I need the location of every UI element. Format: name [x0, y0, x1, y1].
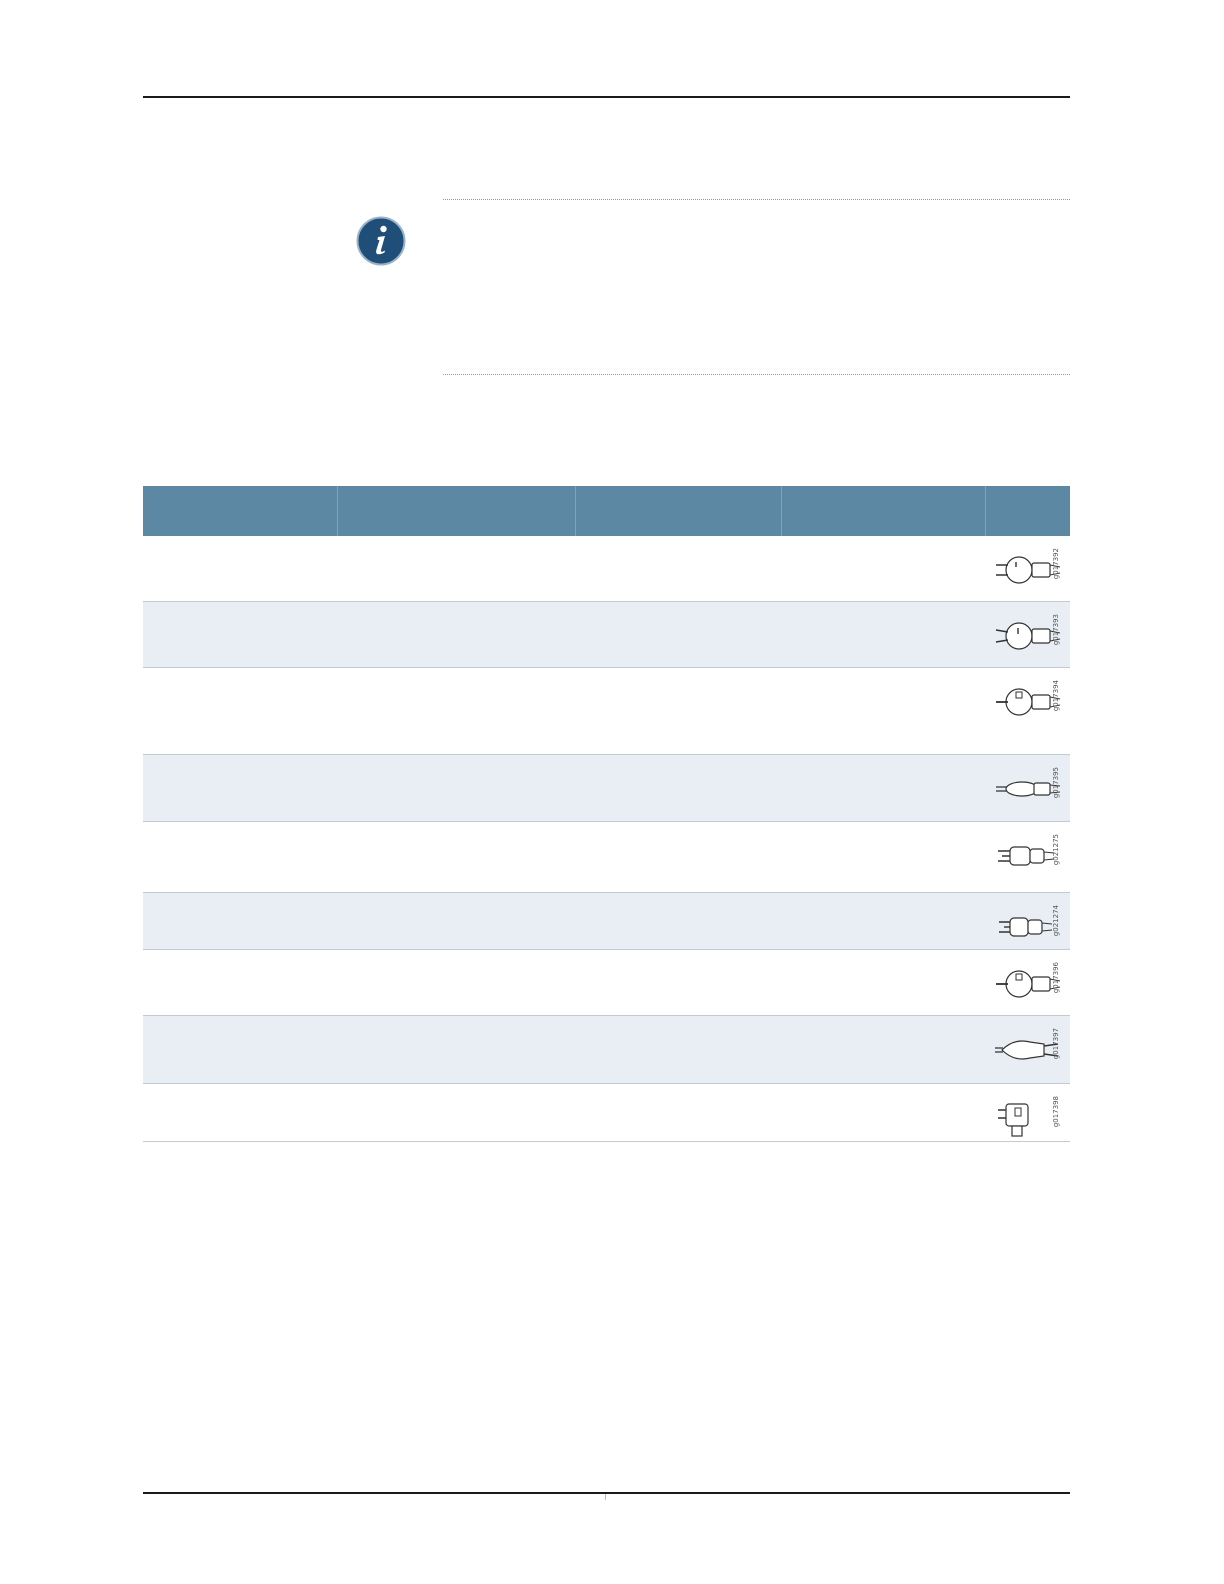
column-header [782, 486, 986, 536]
plug-image-cell: g017392 [986, 536, 1070, 601]
column-header [986, 486, 1070, 536]
table-cell [338, 755, 576, 821]
plug-image-cell: g017397 [986, 1016, 1070, 1083]
figure-id: g017392 [1052, 548, 1060, 580]
figure-id: g021274 [1052, 905, 1060, 937]
table-cell [143, 536, 338, 601]
table-cell [143, 893, 338, 949]
table-cell [338, 822, 576, 892]
power-cord-table: g017392 g017393 g017394 g017395 g021275 g0212… [143, 486, 1070, 1142]
table-cell [143, 822, 338, 892]
table-row: g017392 [143, 536, 1070, 602]
table-row: g017395 [143, 755, 1070, 822]
table-cell [782, 822, 986, 892]
footer-rule [143, 1492, 1070, 1494]
table-cell [782, 668, 986, 754]
table-cell [338, 602, 576, 667]
table-cell [782, 893, 986, 949]
table-cell [143, 1016, 338, 1083]
figure-id: g017393 [1052, 614, 1060, 646]
table-cell [576, 668, 782, 754]
table-cell [576, 950, 782, 1015]
table-cell [143, 950, 338, 1015]
table-cell [576, 1016, 782, 1083]
plug-image-cell: g017398 [986, 1084, 1070, 1141]
plug-image-cell: g017394 [986, 668, 1070, 754]
table-row: g017393 [143, 602, 1070, 668]
table-cell [338, 950, 576, 1015]
table-body: g017392 g017393 g017394 g017395 g021275 g0212… [143, 536, 1070, 1142]
table-cell [782, 1016, 986, 1083]
table-cell [338, 668, 576, 754]
plug-image-cell: g021274 [986, 893, 1070, 949]
table-cell [782, 1084, 986, 1141]
table-row: g021275 [143, 822, 1070, 893]
table-cell [576, 893, 782, 949]
table-cell [576, 755, 782, 821]
column-header [576, 486, 782, 536]
figure-id: g017394 [1052, 680, 1060, 712]
table-cell [576, 602, 782, 667]
column-header [143, 486, 338, 536]
table-cell [576, 822, 782, 892]
table-cell [782, 536, 986, 601]
table-cell [782, 755, 986, 821]
table-row: g017398 [143, 1084, 1070, 1142]
table-cell [338, 1016, 576, 1083]
table-row: g017396 [143, 950, 1070, 1016]
figure-id: g017398 [1052, 1096, 1060, 1128]
table-header [143, 486, 1070, 536]
table-cell [143, 755, 338, 821]
plug-image-cell: g021275 [986, 822, 1070, 892]
plug-image-cell: g017396 [986, 950, 1070, 1015]
figure-id: g017395 [1052, 767, 1060, 799]
plug-image-cell: g017393 [986, 602, 1070, 667]
note-text [443, 210, 1070, 360]
table-row: g017397 [143, 1016, 1070, 1084]
table-cell [338, 536, 576, 601]
footer-divider [605, 1494, 606, 1500]
plug-image-cell: g017395 [986, 755, 1070, 821]
figure-id: g021275 [1052, 834, 1060, 866]
table-cell [782, 602, 986, 667]
table-cell [338, 893, 576, 949]
table-cell [143, 1084, 338, 1141]
table-row: g017394 [143, 668, 1070, 755]
info-icon [356, 216, 406, 266]
column-header [338, 486, 576, 536]
header-rule [143, 96, 1070, 98]
figure-id: g017396 [1052, 962, 1060, 994]
figure-id: g017397 [1052, 1028, 1060, 1060]
note-bottom-divider [443, 374, 1070, 375]
note-top-divider [443, 199, 1070, 200]
table-cell [576, 1084, 782, 1141]
table-row: g021274 [143, 893, 1070, 950]
table-cell [338, 1084, 576, 1141]
table-cell [143, 602, 338, 667]
table-cell [143, 668, 338, 754]
table-cell [782, 950, 986, 1015]
table-cell [576, 536, 782, 601]
